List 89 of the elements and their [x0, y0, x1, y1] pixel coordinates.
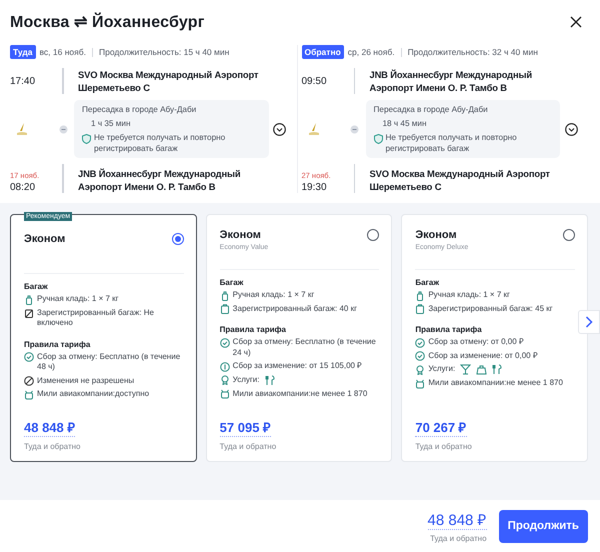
close-icon[interactable]	[570, 16, 582, 28]
stop-dot-icon	[58, 124, 68, 134]
fare-card[interactable]	[10, 214, 197, 462]
rule-item: Сбор за отмену: от 0,00 ₽	[428, 337, 524, 348]
baggage-note: Не требуется получать и повторно регистрировать багаж	[386, 133, 518, 154]
total-price: 48 848 ₽	[428, 509, 487, 530]
cocktail-icon	[460, 364, 472, 375]
no-luggage-icon	[24, 308, 34, 318]
direction-badge: Туда	[10, 45, 36, 59]
fare-price: 48 848 ₽	[24, 418, 76, 437]
arrival-time: 08:20	[10, 182, 36, 193]
transfer-duration: 18 ч 45 мин	[382, 119, 428, 128]
fare-price: 57 095 ₽	[220, 418, 272, 437]
price-note: Туда и обратно	[220, 442, 278, 451]
expand-chevron-icon[interactable]	[273, 122, 286, 136]
rule-item: Услуги:	[428, 364, 456, 374]
stop-dot-icon	[350, 124, 359, 134]
airline-logo-icon	[306, 122, 320, 136]
rule-item: Изменения не разрешены	[37, 376, 134, 386]
departure-airport: JNB Йоханнесбург Международный Аэропорт Имени О. Р. Тамбо B	[368, 68, 533, 94]
rule-item: Мили авиакомпании:не менее 1 870	[428, 378, 563, 388]
fare-name: Эконом	[220, 229, 262, 241]
coin-icon	[220, 362, 230, 372]
transfer-city: Пересадка в городе Абу-Даби	[82, 105, 198, 114]
rule-item: Мили авиакомпании:не менее 1 870	[232, 388, 368, 399]
baggage-item: Зарегистрированный багаж: 45 кг	[428, 304, 553, 314]
chevron-right-icon	[585, 316, 593, 328]
section-heading: Правила тарифа	[415, 325, 483, 334]
transfer-duration: 1 ч 35 мин	[90, 119, 132, 128]
price-note: Туда и обратно	[415, 442, 473, 451]
cutlery-icon	[492, 364, 504, 375]
fare-radio[interactable]	[367, 229, 380, 241]
price-note: Туда и обратно	[24, 442, 82, 451]
fare-radio[interactable]	[172, 233, 184, 245]
check-circle-icon	[415, 338, 426, 348]
direction-badge: Обратно	[302, 45, 344, 59]
price-note: Туда и обратно	[430, 534, 487, 543]
rule-item: Сбор за изменение: от 0,00 ₽	[428, 350, 538, 361]
check-circle-icon	[415, 351, 426, 361]
award-icon	[415, 364, 426, 374]
arrival-time: 19:30	[302, 182, 328, 193]
airline-logo-icon	[15, 122, 29, 136]
section-heading: Правила тарифа	[24, 340, 92, 348]
cutlery-icon	[264, 374, 276, 386]
baggage-item: Ручная кладь: 1 × 7 кг	[232, 290, 314, 300]
leg-date: ср, 26 нояб.	[348, 47, 395, 57]
fare-price: 70 267 ₽	[415, 418, 467, 437]
section-heading: Правила тарифа	[220, 325, 287, 334]
baggage-item: Зарегистрированный багаж: 40 кг	[232, 304, 357, 314]
baggage-item: Ручная кладь: 1 × 7 кг	[428, 290, 510, 300]
carry-on-icon	[415, 290, 426, 300]
shield-icon	[374, 134, 382, 144]
check-circle-icon	[220, 338, 230, 348]
rule-item: Мили авиакомпании:доступно	[37, 389, 150, 400]
shield-icon	[82, 134, 91, 144]
section-heading: Багаж	[415, 278, 440, 287]
luggage-icon	[415, 304, 426, 314]
fare-name: Эконом	[415, 229, 458, 241]
departure-time: 09:50	[302, 76, 328, 86]
carry-on-icon	[220, 290, 230, 300]
expand-chevron-icon[interactable]	[564, 122, 578, 136]
leg-duration: Продолжительность: 32 ч 40 мин	[408, 47, 538, 57]
transfer-city: Пересадка в городе Абу-Даби	[374, 105, 489, 114]
next-arrow-button[interactable]	[578, 310, 600, 334]
carry-on-icon	[24, 294, 34, 304]
award-icon	[220, 375, 230, 385]
section-heading: Багаж	[220, 278, 244, 287]
departure-time: 17:40	[10, 76, 36, 86]
baggage-item: Ручная кладь: 1 × 7 кг	[37, 294, 119, 304]
rule-item: Сбор за отмену: Бесплатно (в течение 48 ч)	[37, 352, 182, 372]
leg-duration: Продолжительность: 15 ч 40 мин	[98, 47, 230, 57]
forbidden-icon	[24, 376, 34, 386]
section-heading: Багаж	[24, 282, 49, 291]
luggage-icon	[220, 304, 230, 314]
baggage-item: Зарегистрированный багаж: Не включено	[37, 308, 155, 328]
rule-item: Сбор за изменение: от 15 105,00 ₽	[232, 361, 362, 372]
continue-button[interactable]: Продолжить	[498, 510, 588, 542]
arrival-airport: JNB Йоханнесбург Международный Аэропорт Имени О. Р. Тамбо B	[77, 167, 242, 193]
departure-airport: SVO Москва Международный Аэропорт Шереметьево C	[77, 68, 260, 94]
fare-name: Эконом	[24, 233, 66, 245]
baggage-note: Не требуется получать и повторно регистрировать багаж	[94, 133, 226, 154]
leg-date: вс, 16 нояб.	[40, 47, 86, 57]
check-circle-icon	[24, 352, 34, 362]
arrival-airport: SVO Москва Международный Аэропорт Шереметьево C	[368, 167, 551, 193]
fare-radio[interactable]	[563, 229, 576, 241]
route-title: Москва ⇌ Йоханнесбург	[10, 12, 205, 32]
bag-icon	[476, 364, 488, 375]
rule-item: Услуги:	[232, 374, 260, 385]
rule-item: Сбор за отмену: Бесплатно (в течение 24 ч)	[232, 337, 377, 358]
